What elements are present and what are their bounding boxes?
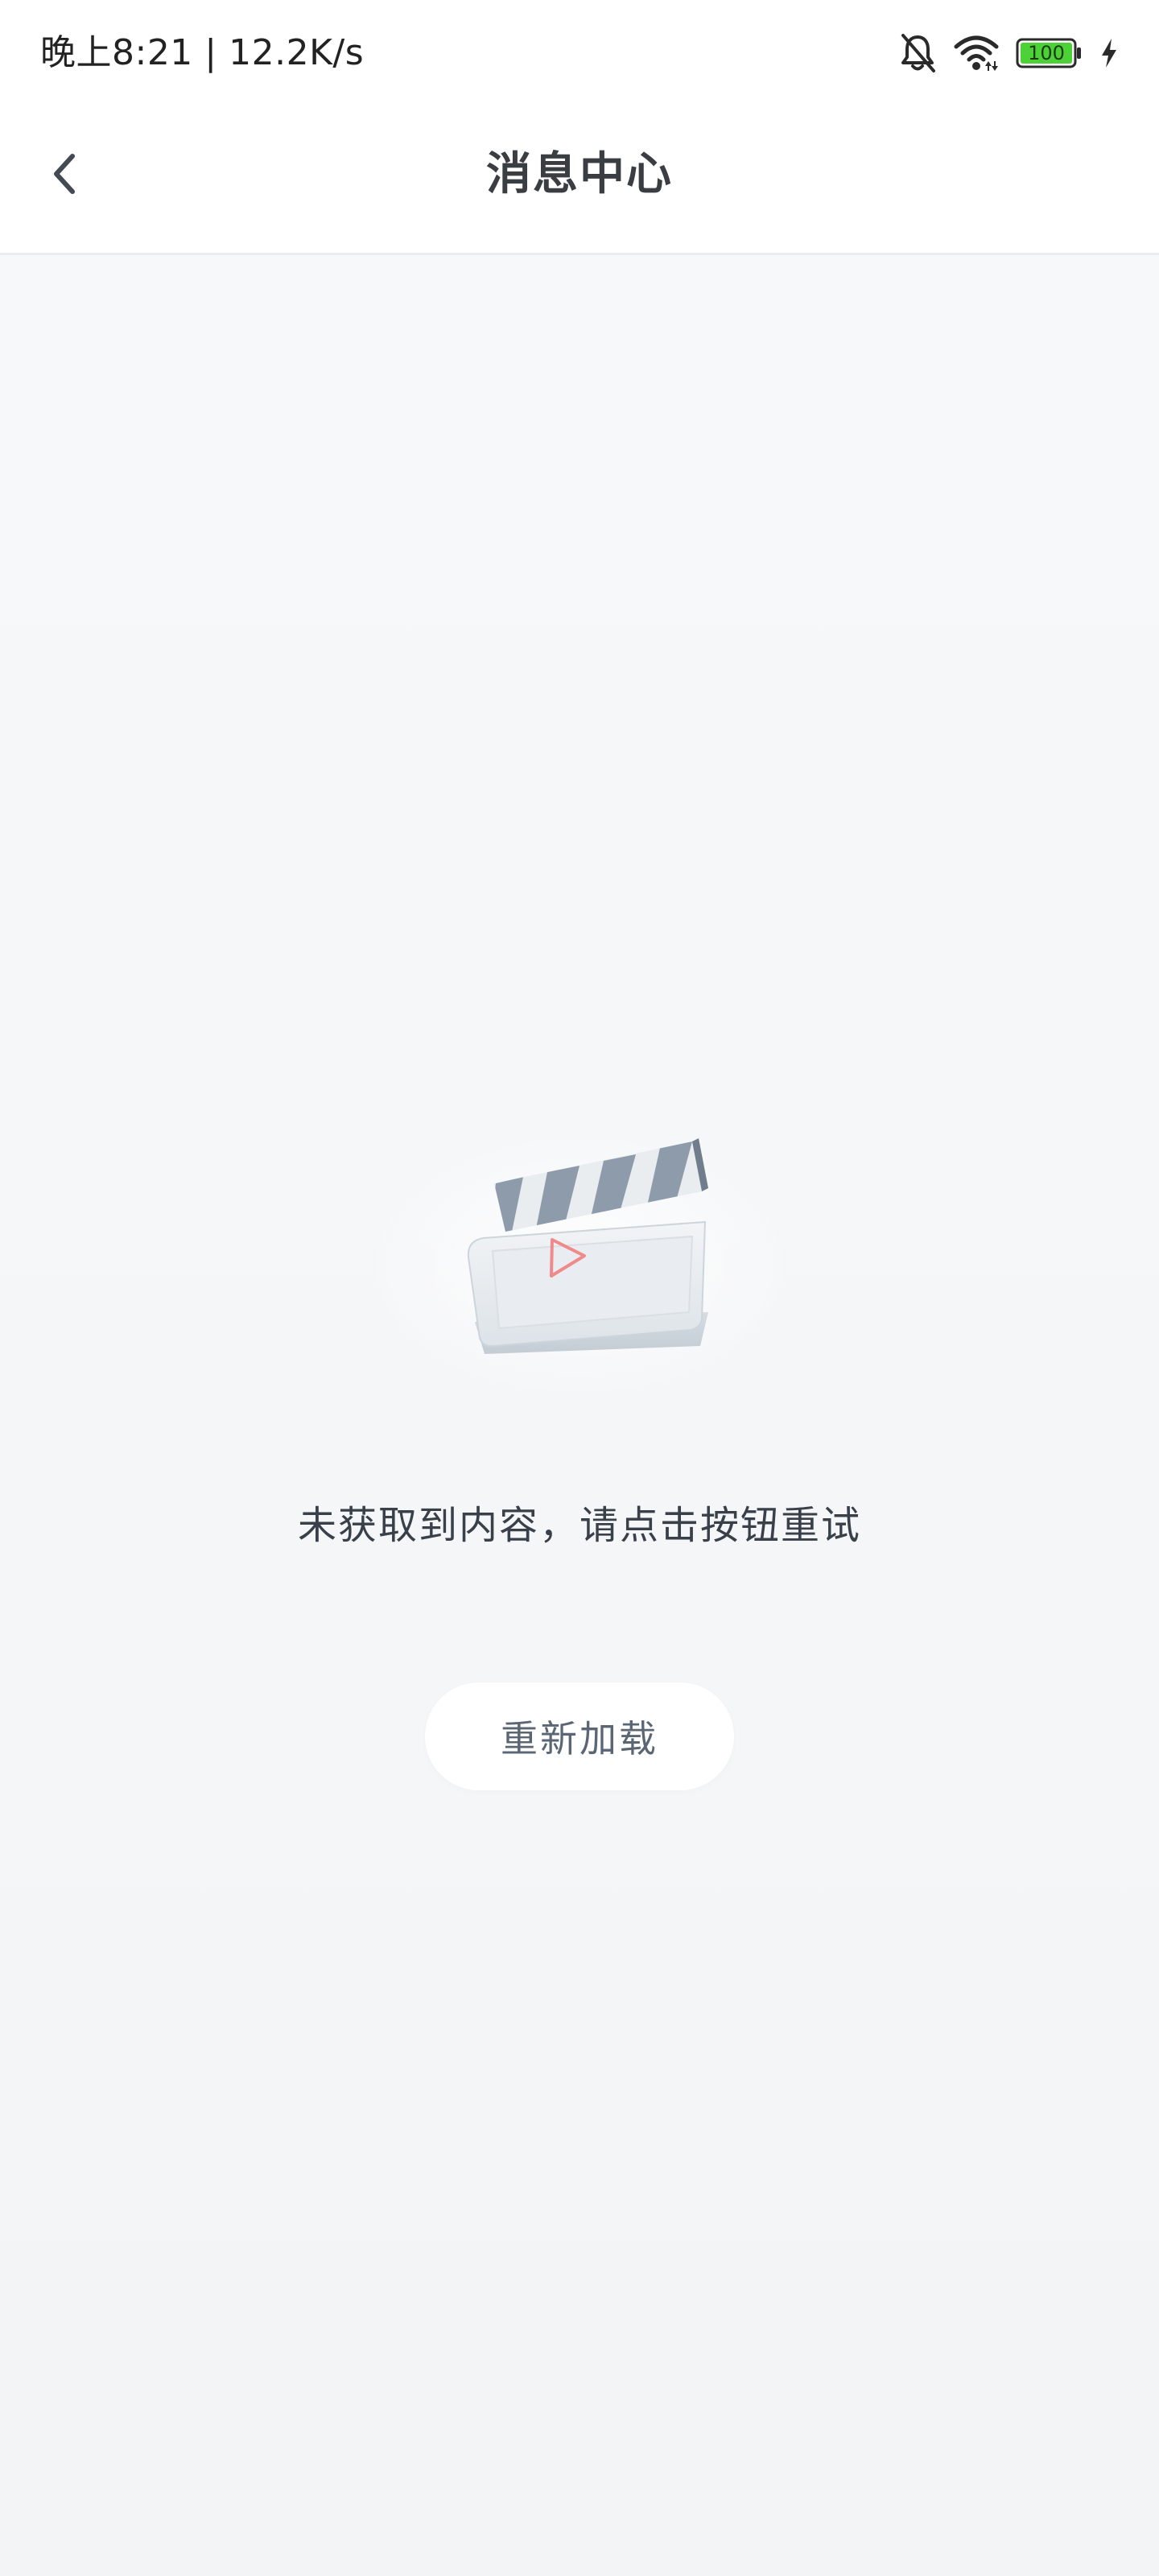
- wifi-icon: [953, 34, 1000, 72]
- empty-message: 未获取到内容，请点击按钮重试: [297, 1503, 861, 1548]
- status-icons: 100: [898, 31, 1119, 76]
- battery-level-text: 100: [1028, 42, 1065, 64]
- battery-icon: 100: [1016, 37, 1083, 69]
- bell-off-icon: [898, 32, 937, 74]
- status-time-speed: 晚上8:21 | 12.2K/s: [40, 32, 365, 73]
- page-title: 消息中心: [486, 148, 673, 200]
- clapperboard-icon: [354, 1111, 805, 1417]
- charging-icon: [1099, 37, 1119, 69]
- header: 消息中心: [0, 105, 1159, 255]
- status-bar: 晚上8:21 | 12.2K/s 100: [0, 0, 1159, 105]
- reload-button[interactable]: 重新加载: [425, 1682, 734, 1790]
